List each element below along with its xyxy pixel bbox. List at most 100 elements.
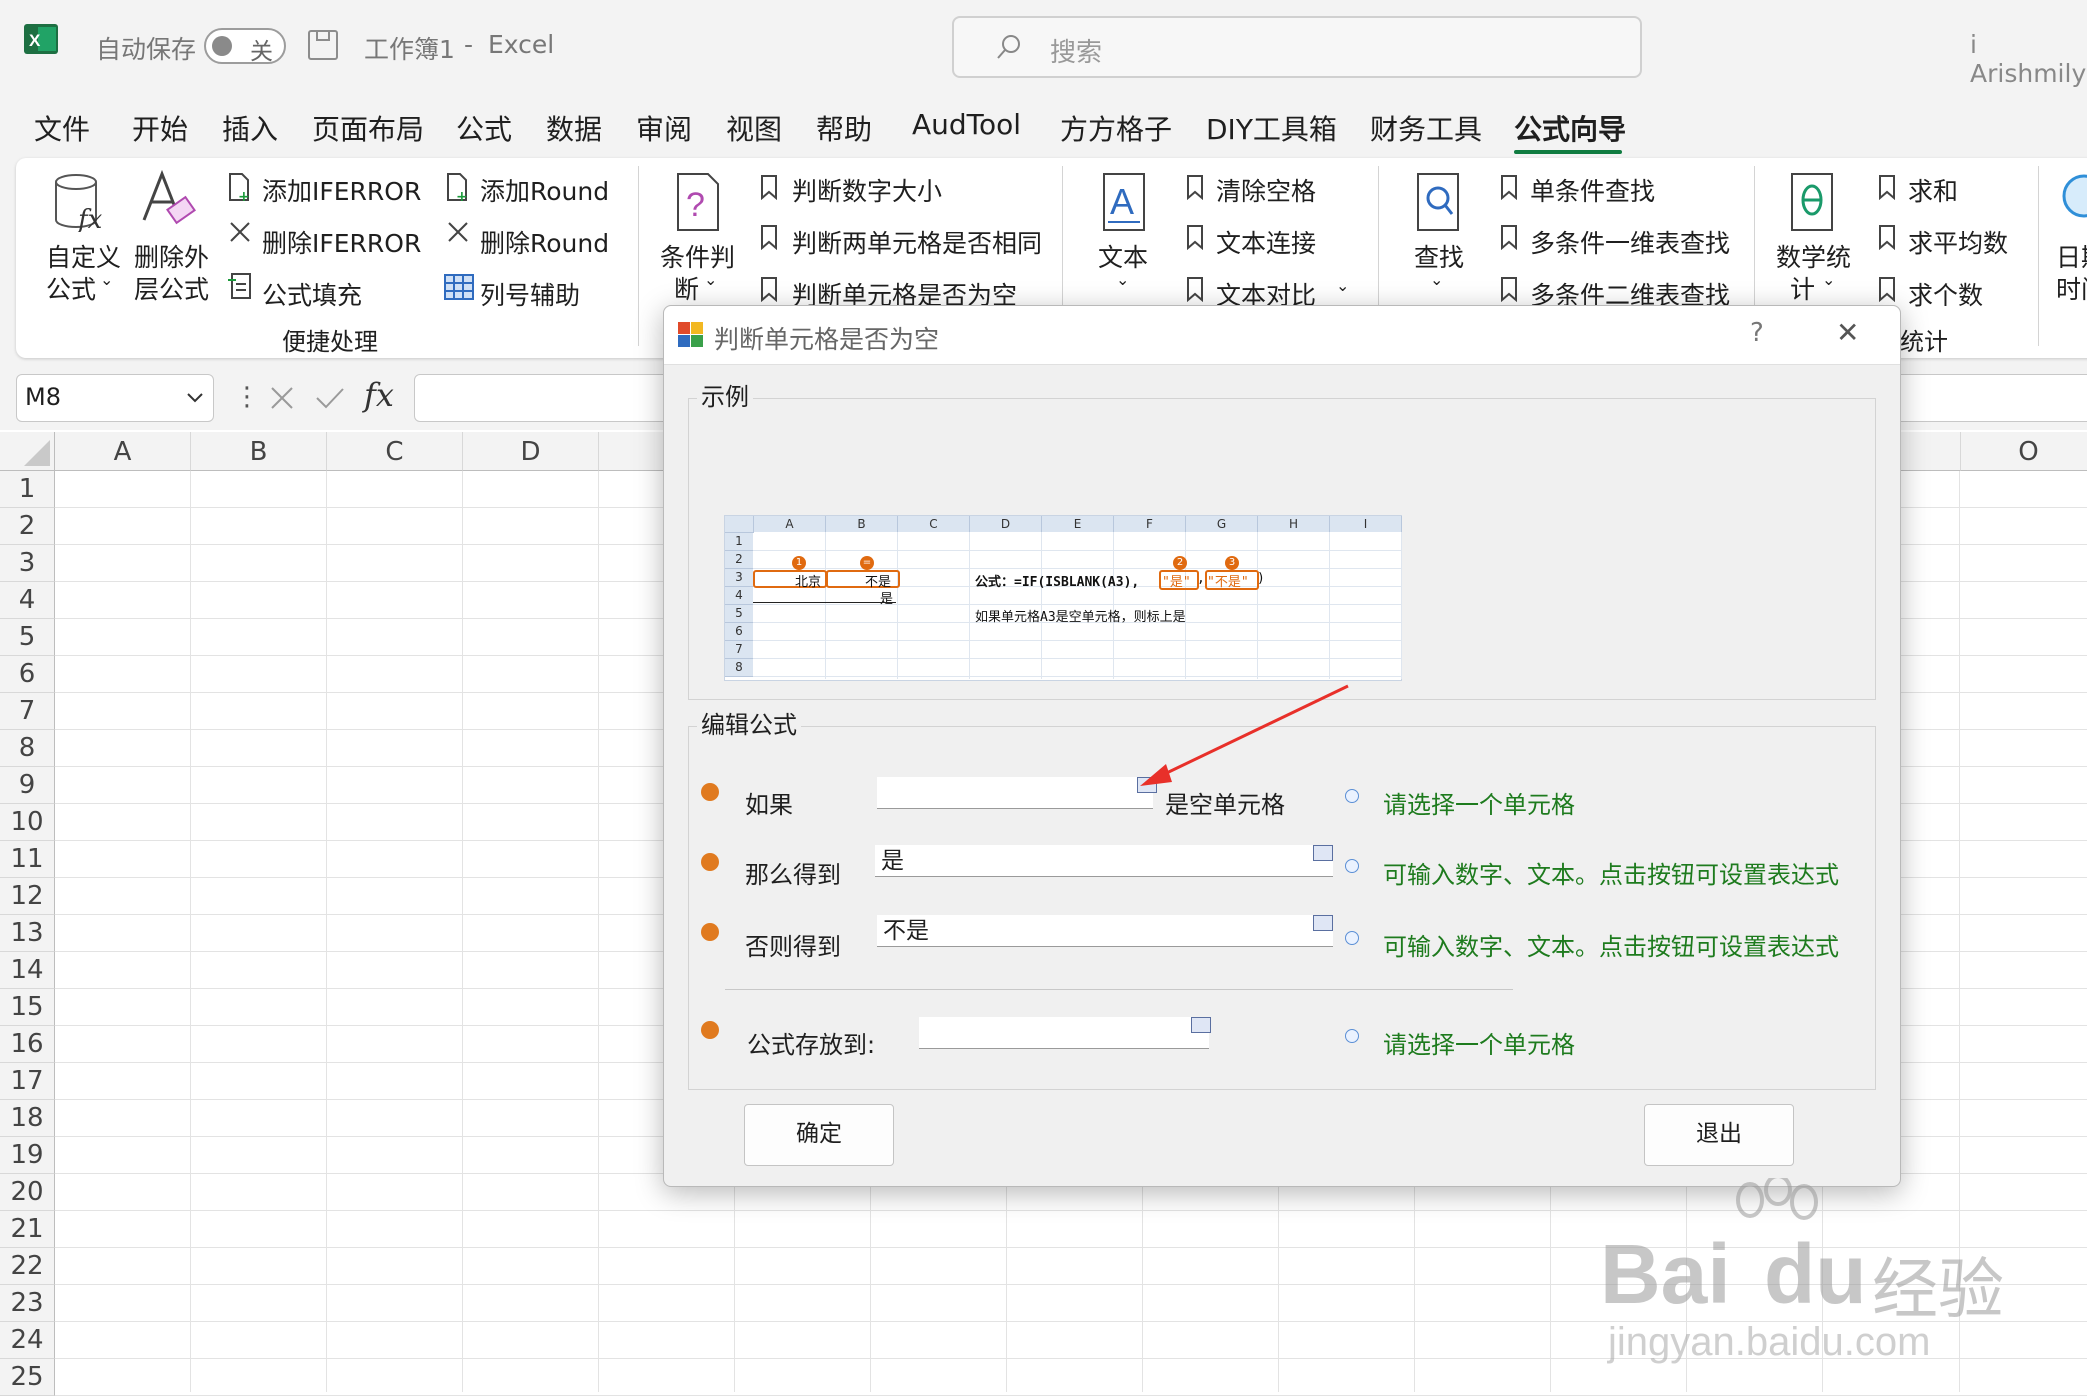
- else-value-input[interactable]: 不是: [877, 915, 1333, 947]
- expression-button-icon[interactable]: [1313, 915, 1333, 931]
- compare-number-size-button[interactable]: 判断数字大小: [792, 172, 942, 208]
- store-cell-input[interactable]: [919, 1017, 1209, 1049]
- tab-formulas[interactable]: 公式: [456, 108, 512, 148]
- insert-function-fx-icon[interactable]: fx: [364, 376, 394, 414]
- more-options-icon[interactable]: ⋮: [234, 382, 260, 412]
- add-iferror-button[interactable]: 添加IFERROR: [262, 172, 421, 208]
- tab-formula-wizard[interactable]: 公式向导: [1514, 108, 1626, 148]
- row-header[interactable]: 25: [0, 1359, 55, 1396]
- column-header-a[interactable]: A: [55, 432, 191, 471]
- average-button[interactable]: 求平均数: [1908, 224, 2008, 260]
- remove-round-button[interactable]: 删除Round: [480, 224, 609, 260]
- row-header[interactable]: 10: [0, 804, 55, 841]
- multi-condition-1d-lookup-button[interactable]: 多条件一维表查找: [1530, 224, 1730, 260]
- column-header-c[interactable]: C: [327, 432, 463, 471]
- custom-formula-button-l2[interactable]: 公式: [46, 270, 96, 306]
- remove-outer-formula-button-l2[interactable]: 层公式: [134, 270, 209, 306]
- user-name[interactable]: i Arishmily: [1970, 30, 2087, 88]
- row-header[interactable]: 6: [0, 656, 55, 693]
- text-concat-button[interactable]: 文本连接: [1216, 224, 1316, 260]
- cancel-x-icon[interactable]: [268, 384, 296, 412]
- sum-button[interactable]: 求和: [1908, 172, 1958, 208]
- tab-help[interactable]: 帮助: [816, 108, 872, 148]
- count-button[interactable]: 求个数: [1908, 276, 1983, 312]
- save-icon[interactable]: [308, 30, 338, 60]
- sample-row-header: 1: [725, 533, 753, 551]
- trim-spaces-button[interactable]: 清除空格: [1216, 172, 1316, 208]
- row-header[interactable]: 23: [0, 1285, 55, 1322]
- row-header[interactable]: 1: [0, 471, 55, 508]
- text-button[interactable]: 文本: [1098, 238, 1148, 274]
- tab-finance-tools[interactable]: 财务工具: [1370, 108, 1482, 148]
- remove-iferror-button[interactable]: 删除IFERROR: [262, 224, 421, 260]
- select-all-corner[interactable]: [0, 432, 55, 471]
- tab-insert[interactable]: 插入: [222, 108, 278, 148]
- row-header[interactable]: 2: [0, 508, 55, 545]
- tab-audtool[interactable]: AudTool: [912, 108, 1021, 141]
- row-header[interactable]: 11: [0, 841, 55, 878]
- divider: [725, 989, 1513, 990]
- ok-button[interactable]: 确定: [744, 1104, 894, 1166]
- single-condition-lookup-button[interactable]: 单条件查找: [1530, 172, 1655, 208]
- tab-home[interactable]: 开始: [132, 108, 188, 148]
- lookup-button[interactable]: 查找: [1414, 238, 1464, 274]
- row-header[interactable]: 22: [0, 1248, 55, 1285]
- confirm-check-icon[interactable]: [314, 384, 346, 412]
- column-helper-button[interactable]: 列号辅助: [480, 276, 580, 312]
- row-header[interactable]: 24: [0, 1322, 55, 1359]
- column-header-b[interactable]: B: [191, 432, 327, 471]
- custom-formula-icon: fx: [54, 172, 110, 235]
- row-header[interactable]: 4: [0, 582, 55, 619]
- tab-file[interactable]: 文件: [34, 108, 90, 148]
- close-icon[interactable]: ✕: [1836, 316, 1859, 349]
- if-cell-input[interactable]: [877, 777, 1153, 809]
- date-time-button-l1[interactable]: 日期: [2056, 238, 2087, 274]
- add-round-button[interactable]: 添加Round: [480, 172, 609, 208]
- row-header[interactable]: 15: [0, 989, 55, 1026]
- date-time-button-l2[interactable]: 时间: [2056, 270, 2087, 306]
- tab-review[interactable]: 审阅: [636, 108, 692, 148]
- exit-button[interactable]: 退出: [1644, 1104, 1794, 1166]
- then-value-input[interactable]: 是: [875, 845, 1333, 877]
- row-header[interactable]: 3: [0, 545, 55, 582]
- row-header[interactable]: 16: [0, 1026, 55, 1063]
- row-header[interactable]: 17: [0, 1063, 55, 1100]
- row-header[interactable]: 7: [0, 693, 55, 730]
- row-header[interactable]: 20: [0, 1174, 55, 1211]
- chevron-down-icon: ⌄: [704, 270, 718, 289]
- row-header[interactable]: 14: [0, 952, 55, 989]
- tab-fangfang[interactable]: 方方格子: [1060, 108, 1172, 148]
- row-header[interactable]: 12: [0, 878, 55, 915]
- row-header[interactable]: 9: [0, 767, 55, 804]
- help-button[interactable]: ?: [1750, 318, 1764, 348]
- compare-two-cells-button[interactable]: 判断两单元格是否相同: [792, 224, 1042, 260]
- column-header-o[interactable]: O: [1960, 432, 2087, 471]
- tab-data[interactable]: 数据: [546, 108, 602, 148]
- autosave-toggle[interactable]: 关: [204, 28, 286, 65]
- tab-page-layout[interactable]: 页面布局: [312, 108, 424, 148]
- dialog-titlebar[interactable]: 判断单元格是否为空 ? ✕: [664, 306, 1900, 365]
- conditional-button-l1[interactable]: 条件判: [660, 238, 735, 274]
- tab-diy-toolbox[interactable]: DIY工具箱: [1206, 108, 1337, 148]
- search-box[interactable]: 搜索: [952, 16, 1642, 78]
- chevron-down-icon: [185, 387, 205, 407]
- remove-outer-formula-button-l1[interactable]: 删除外: [134, 238, 209, 274]
- math-stats-button-l1[interactable]: 数学统: [1776, 238, 1851, 274]
- name-box[interactable]: M8: [16, 374, 214, 422]
- conditional-button-l2[interactable]: 断: [674, 270, 699, 306]
- custom-formula-button-l1[interactable]: 自定义: [46, 238, 121, 274]
- tab-view[interactable]: 视图: [726, 108, 782, 148]
- row-header[interactable]: 18: [0, 1100, 55, 1137]
- row-header[interactable]: 5: [0, 619, 55, 656]
- expression-button-icon[interactable]: [1313, 845, 1333, 861]
- clock-icon: [2060, 172, 2087, 222]
- formula-fill-button[interactable]: 公式填充: [262, 276, 362, 312]
- range-select-icon[interactable]: [1191, 1017, 1211, 1033]
- column-header-d[interactable]: D: [463, 432, 599, 471]
- row-header[interactable]: 13: [0, 915, 55, 952]
- row-header[interactable]: 19: [0, 1137, 55, 1174]
- math-stats-button-l2[interactable]: 计: [1790, 270, 1815, 306]
- sample-arg-yes: "是": [1162, 575, 1191, 590]
- row-header[interactable]: 8: [0, 730, 55, 767]
- row-header[interactable]: 21: [0, 1211, 55, 1248]
